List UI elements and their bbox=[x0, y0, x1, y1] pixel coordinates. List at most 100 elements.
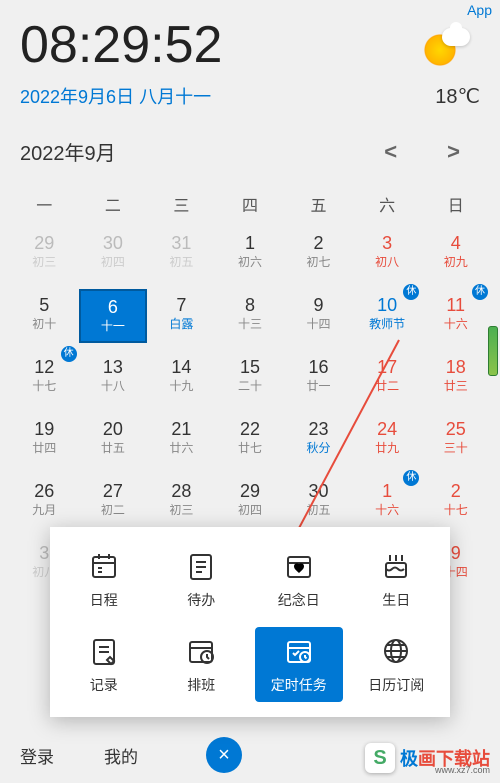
heart-cal-icon bbox=[283, 550, 315, 582]
watermark-logo-icon: S bbox=[365, 743, 395, 773]
day-cell[interactable]: 27初二 bbox=[79, 475, 148, 529]
day-cell[interactable]: 12十七休 bbox=[10, 351, 79, 405]
day-cell[interactable]: 13十八 bbox=[79, 351, 148, 405]
popup-item-cake[interactable]: 生日 bbox=[353, 542, 441, 617]
day-cell[interactable]: 22廿七 bbox=[216, 413, 285, 467]
day-number: 16 bbox=[286, 357, 351, 379]
day-lunar: 廿七 bbox=[218, 441, 283, 457]
day-number: 29 bbox=[218, 481, 283, 503]
day-number: 31 bbox=[149, 233, 214, 255]
day-cell[interactable]: 3初八 bbox=[353, 227, 422, 281]
day-lunar: 教师节 bbox=[355, 317, 420, 333]
day-number: 4 bbox=[423, 233, 488, 255]
day-number: 23 bbox=[286, 419, 351, 441]
day-number: 7 bbox=[149, 295, 214, 317]
day-number: 20 bbox=[81, 419, 146, 441]
day-number: 13 bbox=[81, 357, 146, 379]
day-cell[interactable]: 19廿四 bbox=[10, 413, 79, 467]
day-cell[interactable]: 18廿三 bbox=[421, 351, 490, 405]
popup-item-label: 待办 bbox=[187, 590, 215, 610]
date-label[interactable]: 2022年9月6日 八月十一 bbox=[20, 83, 211, 109]
day-cell[interactable]: 2初七 bbox=[284, 227, 353, 281]
popup-item-label: 记录 bbox=[90, 675, 118, 695]
day-cell[interactable]: 16廿一 bbox=[284, 351, 353, 405]
day-cell[interactable]: 8十三 bbox=[216, 289, 285, 343]
day-lunar: 廿三 bbox=[423, 379, 488, 395]
mine-button[interactable]: 我的 bbox=[104, 743, 138, 768]
day-lunar: 九月 bbox=[12, 503, 77, 519]
day-number: 29 bbox=[12, 233, 77, 255]
day-cell[interactable]: 4初九 bbox=[421, 227, 490, 281]
day-lunar: 初三 bbox=[12, 255, 77, 271]
day-number: 1 bbox=[218, 233, 283, 255]
day-lunar: 十八 bbox=[81, 379, 146, 395]
popup-item-timer[interactable]: 定时任务 bbox=[255, 627, 343, 702]
popup-item-todo[interactable]: 待办 bbox=[158, 542, 246, 617]
popup-item-label: 生日 bbox=[382, 590, 410, 610]
popup-item-calendar[interactable]: 日程 bbox=[60, 542, 148, 617]
day-lunar: 初四 bbox=[218, 503, 283, 519]
weekday-label: 二 bbox=[79, 186, 148, 222]
day-lunar: 廿一 bbox=[286, 379, 351, 395]
day-cell[interactable]: 21廿六 bbox=[147, 413, 216, 467]
day-cell[interactable]: 6十一 bbox=[79, 289, 148, 343]
day-cell[interactable]: 23秋分 bbox=[284, 413, 353, 467]
day-cell[interactable]: 7白露 bbox=[147, 289, 216, 343]
day-cell[interactable]: 25三十 bbox=[421, 413, 490, 467]
day-cell[interactable]: 31初五 bbox=[147, 227, 216, 281]
day-cell[interactable]: 11十六休 bbox=[421, 289, 490, 343]
holiday-badge: 休 bbox=[61, 346, 77, 362]
day-cell[interactable]: 14十九 bbox=[147, 351, 216, 405]
day-lunar: 白露 bbox=[149, 317, 214, 333]
day-number: 6 bbox=[83, 297, 144, 319]
day-cell[interactable]: 5初十 bbox=[10, 289, 79, 343]
day-lunar: 初五 bbox=[286, 503, 351, 519]
day-cell[interactable]: 9十四 bbox=[284, 289, 353, 343]
day-lunar: 十六 bbox=[355, 503, 420, 519]
watermark-url: www.xz7.com bbox=[435, 765, 490, 775]
day-lunar: 十四 bbox=[286, 317, 351, 333]
login-button[interactable]: 登录 bbox=[20, 743, 54, 768]
month-nav: 2022年9月 < > bbox=[0, 119, 500, 176]
day-lunar: 初六 bbox=[218, 255, 283, 271]
day-cell[interactable]: 10教师节休 bbox=[353, 289, 422, 343]
day-cell[interactable]: 26九月 bbox=[10, 475, 79, 529]
day-cell[interactable]: 28初三 bbox=[147, 475, 216, 529]
day-cell[interactable]: 1初六 bbox=[216, 227, 285, 281]
weather-icon[interactable] bbox=[420, 20, 470, 70]
calendar-icon bbox=[88, 550, 120, 582]
popup-item-heart-cal[interactable]: 纪念日 bbox=[255, 542, 343, 617]
day-cell[interactable]: 29初四 bbox=[216, 475, 285, 529]
next-month-button[interactable]: > bbox=[447, 139, 460, 165]
day-number: 3 bbox=[355, 233, 420, 255]
close-button[interactable]: × bbox=[206, 737, 242, 773]
popup-item-label: 定时任务 bbox=[271, 675, 327, 695]
prev-month-button[interactable]: < bbox=[384, 139, 397, 165]
day-cell[interactable]: 17廿二 bbox=[353, 351, 422, 405]
weekday-label: 六 bbox=[353, 186, 422, 222]
day-cell[interactable]: 1十六休 bbox=[353, 475, 422, 529]
day-cell[interactable]: 20廿五 bbox=[79, 413, 148, 467]
popup-item-shift[interactable]: 排班 bbox=[158, 627, 246, 702]
day-lunar: 廿五 bbox=[81, 441, 146, 457]
header: 08:29:52 2022年9月6日 八月十一 18℃ bbox=[0, 0, 500, 119]
day-lunar: 初四 bbox=[81, 255, 146, 271]
popup-item-globe[interactable]: 日历订阅 bbox=[353, 627, 441, 702]
day-cell[interactable]: 24廿九 bbox=[353, 413, 422, 467]
day-cell[interactable]: 30初五 bbox=[284, 475, 353, 529]
day-lunar: 初二 bbox=[81, 503, 146, 519]
note-icon bbox=[88, 635, 120, 667]
day-cell[interactable]: 15二十 bbox=[216, 351, 285, 405]
day-lunar: 十七 bbox=[423, 503, 488, 519]
temperature: 18℃ bbox=[435, 84, 480, 109]
day-cell[interactable]: 30初四 bbox=[79, 227, 148, 281]
popup-item-note[interactable]: 记录 bbox=[60, 627, 148, 702]
weekday-label: 日 bbox=[421, 186, 490, 222]
month-label[interactable]: 2022年9月 bbox=[20, 137, 116, 166]
app-label: App bbox=[467, 2, 492, 18]
timer-icon bbox=[283, 635, 315, 667]
day-number: 27 bbox=[81, 481, 146, 503]
day-cell[interactable]: 29初三 bbox=[10, 227, 79, 281]
scroll-indicator[interactable] bbox=[488, 326, 498, 376]
day-cell[interactable]: 2十七 bbox=[421, 475, 490, 529]
